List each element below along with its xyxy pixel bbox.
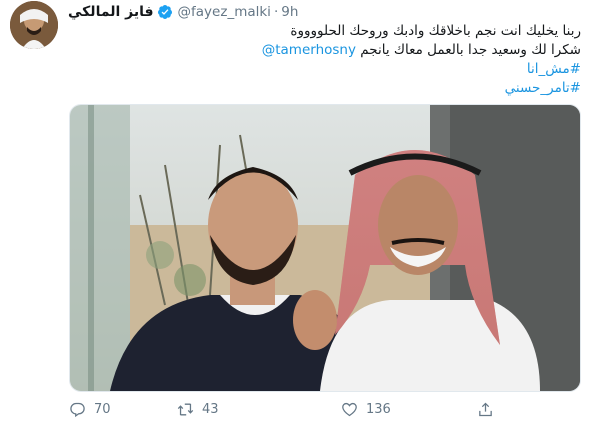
tweet-line-2-text: شكرا لك وسعيد جدا بالعمل معاك يانجم xyxy=(360,42,581,58)
reply-count: 70 xyxy=(94,401,111,417)
tweet-actions: 70 43 136 xyxy=(69,399,509,419)
mention-link[interactable]: @tamerhosny xyxy=(262,42,356,58)
handle[interactable]: @fayez_malki xyxy=(178,4,271,20)
like-button[interactable]: 136 xyxy=(341,401,391,418)
display-name[interactable]: فايز المالكي xyxy=(68,4,154,20)
like-count: 136 xyxy=(366,401,391,417)
retweet-count: 43 xyxy=(202,401,219,417)
share-button[interactable] xyxy=(477,401,494,418)
share-icon xyxy=(479,402,492,416)
like-icon xyxy=(342,402,357,416)
separator-dot: · xyxy=(273,4,279,20)
retweet-button[interactable]: 43 xyxy=(177,401,219,418)
tweet-line-2: شكرا لك وسعيد جدا بالعمل معاك يانجم @tam… xyxy=(161,41,581,60)
hashtag-link-2[interactable]: #تامر_حسني xyxy=(505,80,581,96)
tweet-header: فايز المالكي @fayez_malki · 9h xyxy=(68,2,298,22)
hashtag-link-1[interactable]: #مش_انا xyxy=(527,61,581,77)
avatar[interactable] xyxy=(10,1,58,49)
verified-badge-icon xyxy=(157,5,172,19)
tweet[interactable]: فايز المالكي @fayez_malki · 9h ربنا يخلي… xyxy=(0,0,595,421)
tweet-text: ربنا يخليك انت نجم باخلاقك وادبك وروحك ا… xyxy=(161,22,581,98)
retweet-icon xyxy=(177,403,194,415)
reply-icon xyxy=(70,402,85,417)
tweet-photo[interactable] xyxy=(69,104,581,392)
timestamp[interactable]: 9h xyxy=(281,4,298,20)
reply-button[interactable]: 70 xyxy=(69,401,111,418)
tweet-line-1: ربنا يخليك انت نجم باخلاقك وادبك وروحك ا… xyxy=(290,23,581,39)
